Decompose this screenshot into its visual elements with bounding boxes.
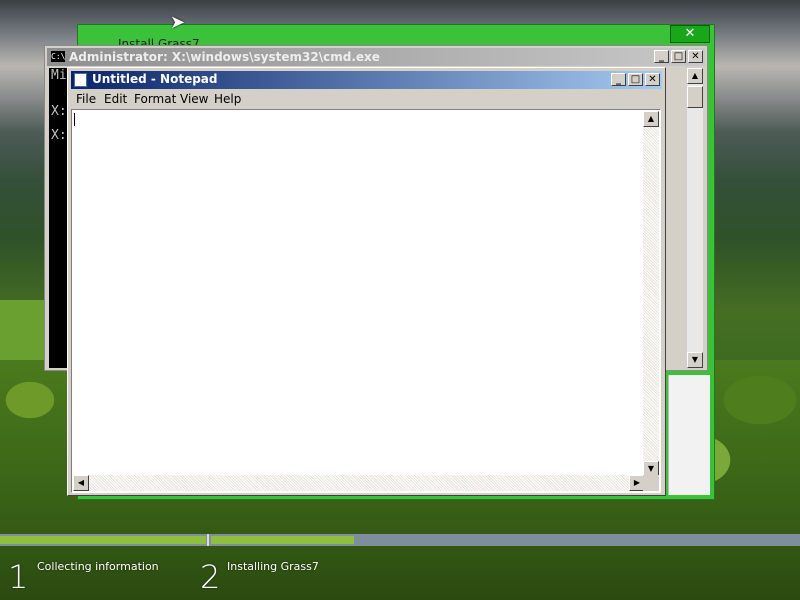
progress-step2-fill: [211, 536, 354, 544]
cmd-titlebar[interactable]: C:\ Administrator: X:\windows\system32\c…: [47, 48, 705, 66]
notepad-title: Untitled - Notepad: [92, 72, 218, 86]
notepad-close-button[interactable]: ✕: [645, 73, 660, 86]
notepad-menubar: File Edit Format View Help: [71, 90, 662, 109]
scroll-up-icon[interactable]: ▲: [643, 111, 659, 127]
cmd-scrollbar[interactable]: ▲ ▼: [687, 68, 703, 368]
step-label: Installing Grass7: [227, 560, 319, 573]
cmd-minimize-button[interactable]: _: [654, 50, 669, 63]
notepad-text-field[interactable]: [74, 112, 644, 474]
step-label: Collecting information: [37, 560, 159, 573]
cmd-title: Administrator: X:\windows\system32\cmd.e…: [69, 50, 380, 64]
cmd-icon: C:\: [51, 51, 66, 62]
cmd-line: X:: [51, 104, 67, 119]
resize-grip[interactable]: [643, 475, 659, 491]
scroll-left-icon[interactable]: ◀: [73, 475, 89, 491]
cmd-scroll-thumb[interactable]: [687, 86, 703, 108]
notepad-vertical-scrollbar[interactable]: ▲ ▼: [643, 111, 659, 477]
menu-help[interactable]: Help: [214, 92, 241, 106]
text-caret: [74, 113, 75, 126]
menu-file[interactable]: File: [76, 92, 96, 106]
progress-divider: [207, 534, 209, 546]
step-number: 2: [200, 558, 221, 596]
cmd-maximize-button[interactable]: □: [671, 50, 686, 63]
notepad-minimize-button[interactable]: _: [611, 73, 626, 86]
scroll-down-icon[interactable]: ▼: [687, 352, 703, 368]
installer-panel: [668, 375, 710, 495]
cmd-close-button[interactable]: ✕: [688, 50, 703, 63]
menu-edit[interactable]: Edit: [104, 92, 127, 106]
notepad-edit-area[interactable]: ▲ ▼ ◀ ▶: [71, 109, 661, 493]
scroll-up-icon[interactable]: ▲: [687, 68, 703, 84]
notepad-icon: [74, 73, 87, 87]
notepad-maximize-button[interactable]: □: [628, 73, 643, 86]
cmd-line: X:: [51, 128, 67, 143]
setup-progress-bar: [0, 534, 800, 546]
menu-view[interactable]: View: [180, 92, 208, 106]
installer-close-button[interactable]: ✕: [670, 25, 710, 43]
menu-format[interactable]: Format: [134, 92, 176, 106]
progress-step1-fill: [0, 536, 206, 544]
notepad-horizontal-scrollbar[interactable]: ◀ ▶: [73, 475, 645, 491]
cmd-line: Mi: [51, 68, 67, 83]
notepad-window[interactable]: Untitled - Notepad _ □ ✕ File Edit Forma…: [67, 67, 666, 496]
step-number: 1: [8, 558, 29, 596]
arrow-cursor-icon: ➤: [170, 12, 186, 33]
notepad-titlebar[interactable]: Untitled - Notepad _ □ ✕: [71, 71, 662, 89]
